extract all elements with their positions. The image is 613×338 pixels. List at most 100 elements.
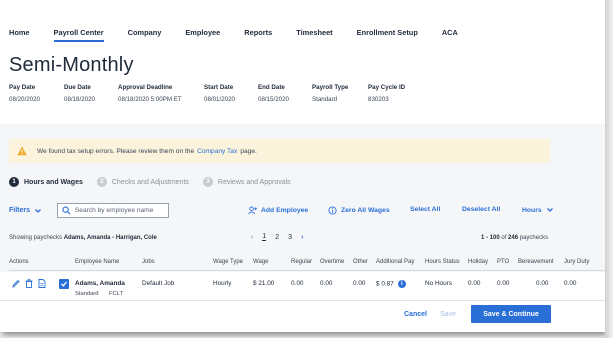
overtime-cell[interactable]: 0.00 (320, 280, 332, 287)
add-employee-label: Add Employee (261, 207, 309, 214)
table-row: Adams, Amanda Standard FCLT Default Job … (0, 272, 605, 302)
add-employee-button[interactable]: Add Employee (248, 206, 308, 215)
meta-label: End Date (258, 84, 285, 91)
showing-prefix: Showing paychecks (9, 235, 63, 241)
regular-cell[interactable]: 0.00 (291, 280, 303, 287)
meta-due-date: Due Date 08/18/2020 (64, 84, 118, 103)
cancel-button[interactable]: Cancel (404, 311, 427, 318)
col-holiday: Holiday (468, 259, 489, 265)
edit-icon[interactable] (12, 279, 20, 288)
showing-names: Adams, Amanda - Harrigan, Cole (63, 235, 157, 241)
page-1[interactable]: 1 (262, 233, 267, 241)
hours-dropdown[interactable]: Hours (522, 206, 558, 214)
page-2[interactable]: 2 (275, 234, 279, 241)
filters-label: Filters (9, 207, 31, 214)
step-checks-and-adjustments[interactable]: 2 Checks and Adjustments (96, 177, 189, 187)
col-bereavement: Bereavement (518, 259, 554, 265)
payroll-window: Home Payroll Center Company Employee Rep… (0, 0, 605, 332)
holiday-cell[interactable]: 0.00 (468, 280, 480, 287)
jury-duty-cell[interactable]: 0.00 (564, 280, 576, 287)
col-regular: Regular (291, 259, 313, 265)
wizard-steps: 1 Hours and Wages 2 Checks and Adjustmen… (9, 177, 305, 187)
wage-cell: $ 21.00 (253, 280, 275, 287)
step-number: 1 (9, 177, 19, 187)
meta-value: 08/18/2020 (64, 96, 95, 103)
step-hours-and-wages[interactable]: 1 Hours and Wages (9, 177, 83, 187)
additional-pay-value: $ 0.87 (376, 280, 394, 288)
top-nav: Home Payroll Center Company Employee Rep… (9, 28, 482, 46)
col-wage-type: Wage Type (213, 259, 244, 265)
meta-value: 08/15/2020 (258, 96, 289, 103)
page-title: Semi-Monthly (9, 54, 134, 76)
pagination: ‹ 1 2 3 › (251, 233, 312, 241)
meta-value: 08/20/2020 (9, 96, 40, 103)
deselect-all-button[interactable]: Deselect All (462, 206, 500, 213)
save-button[interactable]: Save (440, 311, 456, 318)
col-other: Other (353, 259, 369, 265)
tax-error-alert: We found tax setup errors. Please review… (9, 139, 550, 163)
step-reviews-and-approvals[interactable]: 3 Reviews and Approvals (202, 177, 291, 187)
employee-search-input[interactable] (74, 207, 168, 214)
save-and-continue-button[interactable]: Save & Continue (471, 305, 551, 323)
nav-employee[interactable]: Employee (185, 28, 220, 40)
check-icon (61, 281, 67, 287)
info-icon[interactable]: i (397, 280, 406, 288)
next-page-icon[interactable]: › (301, 234, 303, 241)
prev-page-icon[interactable]: ‹ (251, 234, 253, 241)
meta-value: 830203 (368, 96, 389, 103)
meta-payroll-type: Payroll Type Standard (312, 84, 368, 103)
step-label: Hours and Wages (24, 178, 83, 186)
meta-value: 08/18/2020 5:00PM ET (118, 96, 182, 103)
job-cell: Default Job (142, 280, 175, 287)
wage-type-cell: Hourly (213, 280, 232, 287)
count-range: 1 - 100 (481, 235, 500, 241)
filters-button[interactable]: Filters (9, 203, 42, 218)
alert-text-end: page. (240, 147, 257, 155)
row-actions (12, 279, 51, 288)
count-total: 246 (508, 235, 519, 241)
pto-cell[interactable]: 0.00 (497, 280, 509, 287)
company-tax-link[interactable]: Company Tax (197, 148, 237, 155)
page-3[interactable]: 3 (288, 234, 292, 241)
nav-enrollment-setup[interactable]: Enrollment Setup (357, 28, 418, 40)
col-pto: PTO (497, 259, 510, 265)
window-edge (605, 0, 613, 338)
nav-aca[interactable]: ACA (442, 28, 458, 40)
meta-end-date: End Date 08/15/2020 (258, 84, 312, 103)
employee-name[interactable]: Adams, Amanda (75, 280, 125, 287)
nav-payroll-center[interactable]: Payroll Center (53, 28, 104, 42)
paycheck-count: 1 - 100 of 246 paychecks (481, 235, 548, 241)
meta-pay-date: Pay Date 08/20/2020 (9, 84, 64, 103)
document-icon[interactable] (38, 279, 46, 288)
trash-icon[interactable] (25, 279, 33, 288)
col-hours-status: Hours Status (425, 259, 460, 265)
nav-timesheet[interactable]: Timesheet (296, 28, 332, 40)
info-circle-icon (328, 206, 337, 215)
chevron-down-icon (35, 208, 41, 213)
step-number: 2 (96, 177, 107, 187)
nav-company[interactable]: Company (128, 28, 162, 40)
meta-start-date: Start Date 08/01/2020 (204, 84, 258, 103)
row-select-checkbox[interactable] (59, 279, 69, 289)
zero-all-wages-button[interactable]: Zero All Wages (328, 206, 390, 215)
hours-label: Hours (522, 206, 542, 214)
col-employee-name[interactable]: Employee Name (75, 259, 119, 265)
nav-reports[interactable]: Reports (244, 28, 272, 40)
step-label: Checks and Adjustments (111, 178, 189, 186)
add-user-icon (248, 206, 257, 215)
footer-bar: Cancel Save Save & Continue (0, 300, 605, 332)
col-jury-duty: Jury Duty (564, 259, 590, 265)
meta-label: Approval Deadline (118, 84, 173, 91)
meta-label: Pay Cycle ID (368, 84, 406, 91)
meta-label: Start Date (204, 84, 234, 91)
bereavement-cell[interactable]: 0.00 (536, 280, 548, 287)
employee-type: Standard (75, 291, 99, 297)
col-wage: Wage (253, 259, 269, 265)
other-cell[interactable]: 0.00 (353, 280, 365, 287)
nav-home[interactable]: Home (9, 28, 30, 40)
search-box (57, 203, 169, 218)
showing-range: Showing paychecks Adams, Amanda - Harrig… (9, 235, 157, 241)
col-overtime: Overtime (320, 259, 345, 265)
zero-all-wages-label: Zero All Wages (341, 207, 390, 214)
select-all-button[interactable]: Select All (410, 206, 440, 213)
